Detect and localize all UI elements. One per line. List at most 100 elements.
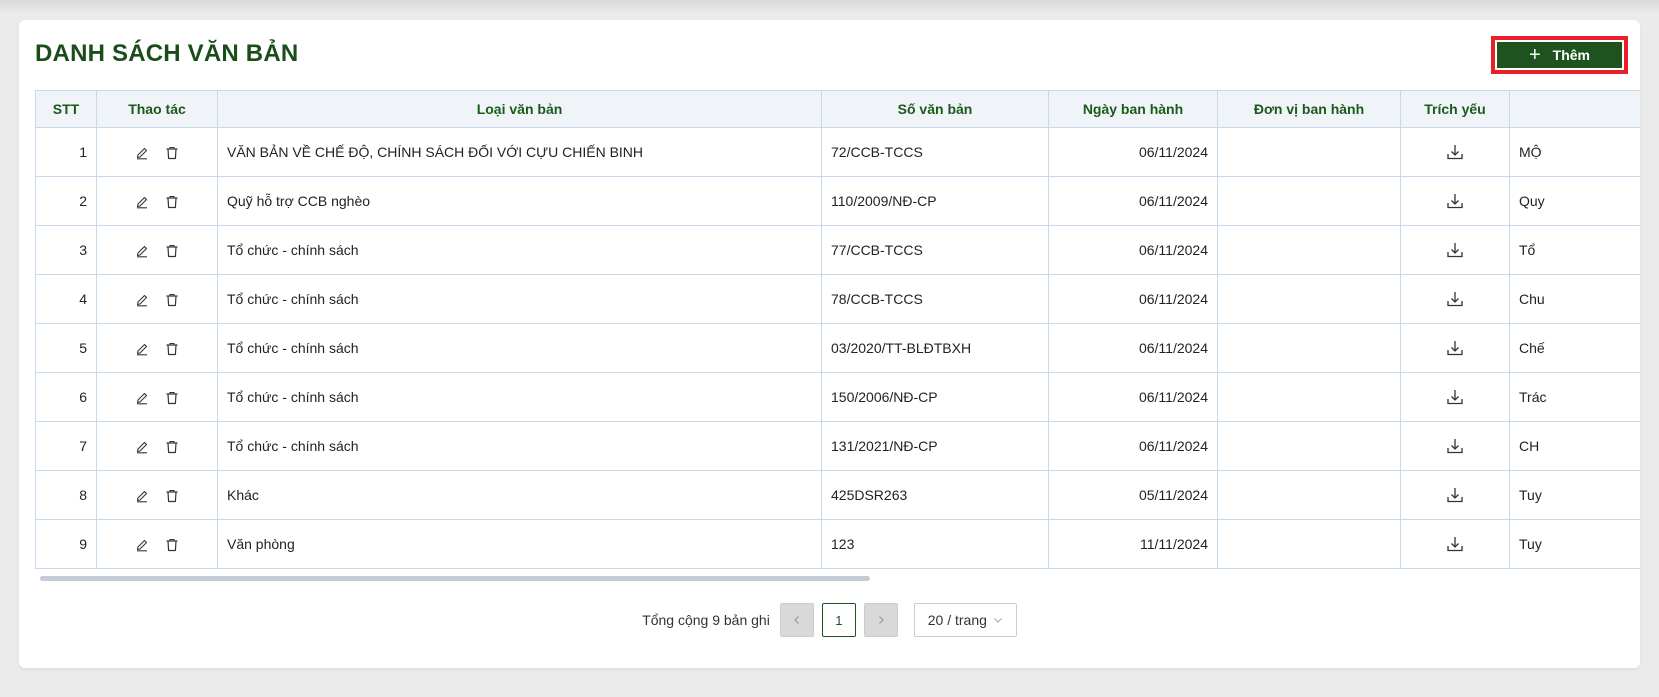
table-row: 5 Tổ chức - chính sách 03/2020/TT-BLĐTBXH 0… — [35, 323, 1640, 373]
edit-icon[interactable] — [135, 146, 149, 160]
cell-actions — [96, 470, 218, 520]
cell-type: Tổ chức - chính sách — [217, 372, 822, 422]
page-size-value: 20 / trang — [927, 612, 987, 628]
cell-actions — [96, 519, 218, 569]
cell-extra: CH — [1509, 421, 1640, 471]
cell-actions — [96, 274, 218, 324]
download-icon[interactable] — [1446, 241, 1464, 259]
table-container[interactable]: STT Thao tác Loại văn bản Số văn bản Ngà… — [35, 90, 1640, 580]
edit-icon[interactable] — [135, 244, 149, 258]
header-actions: Thao tác — [96, 90, 218, 128]
trash-icon[interactable] — [165, 440, 179, 454]
trash-icon[interactable] — [165, 293, 179, 307]
cell-stt: 8 — [35, 470, 97, 520]
horizontal-scrollbar[interactable] — [35, 575, 1640, 583]
cell-extra: Tuy — [1509, 470, 1640, 520]
header-number: Số văn bản — [821, 90, 1049, 128]
cell-extra: Tổ — [1509, 225, 1640, 275]
table-row: 6 Tổ chức - chính sách 150/2006/NĐ-CP 06/11… — [35, 372, 1640, 422]
trash-icon[interactable] — [165, 489, 179, 503]
chevron-left-icon — [793, 616, 799, 624]
document-table: STT Thao tác Loại văn bản Số văn bản Ngà… — [35, 90, 1640, 569]
scrollbar-thumb[interactable] — [40, 576, 870, 581]
edit-icon[interactable] — [135, 342, 149, 356]
header-date: Ngày ban hành — [1048, 90, 1218, 128]
pagination-total: Tổng cộng 9 bản ghi — [642, 612, 770, 628]
edit-icon[interactable] — [135, 195, 149, 209]
document-list-card: DANH SÁCH VĂN BẢN + Thêm STT Thao tác Lo… — [19, 20, 1640, 668]
current-page-button[interactable]: 1 — [821, 603, 856, 637]
table-row: 7 Tổ chức - chính sách 131/2021/NĐ-CP 06/11… — [35, 421, 1640, 471]
trash-icon[interactable] — [165, 342, 179, 356]
cell-unit — [1217, 519, 1401, 569]
edit-icon[interactable] — [135, 489, 149, 503]
chevron-right-icon — [878, 616, 884, 624]
add-button[interactable]: + Thêm — [1497, 42, 1622, 68]
cell-date: 06/11/2024 — [1048, 176, 1218, 226]
cell-type: Tổ chức - chính sách — [217, 323, 822, 373]
cell-type: Tổ chức - chính sách — [217, 421, 822, 471]
table-header-row: STT Thao tác Loại văn bản Số văn bản Ngà… — [35, 90, 1640, 128]
download-icon[interactable] — [1446, 486, 1464, 504]
prev-page-button[interactable] — [779, 603, 814, 637]
cell-stt: 4 — [35, 274, 97, 324]
cell-unit — [1217, 470, 1401, 520]
add-button-highlight: + Thêm — [1491, 36, 1628, 74]
cell-number: 77/CCB-TCCS — [821, 225, 1049, 275]
table-row: 4 Tổ chức - chính sách 78/CCB-TCCS 06/11/20… — [35, 274, 1640, 324]
cell-date: 06/11/2024 — [1048, 127, 1218, 177]
cell-extra: MỘ — [1509, 127, 1640, 177]
cell-extra: Quy — [1509, 176, 1640, 226]
page-size-select[interactable]: 20 / trang — [913, 603, 1017, 637]
cell-type: Khác — [217, 470, 822, 520]
cell-extra: Chu — [1509, 274, 1640, 324]
cell-extra: Trác — [1509, 372, 1640, 422]
cell-date: 05/11/2024 — [1048, 470, 1218, 520]
download-icon[interactable] — [1446, 535, 1464, 553]
cell-date: 06/11/2024 — [1048, 274, 1218, 324]
trash-icon[interactable] — [165, 391, 179, 405]
cell-date: 11/11/2024 — [1048, 519, 1218, 569]
download-icon[interactable] — [1446, 290, 1464, 308]
trash-icon[interactable] — [165, 195, 179, 209]
chevron-down-icon — [994, 618, 1002, 623]
cell-date: 06/11/2024 — [1048, 225, 1218, 275]
cell-stt: 1 — [35, 127, 97, 177]
cell-actions — [96, 323, 218, 373]
cell-unit — [1217, 225, 1401, 275]
download-icon[interactable] — [1446, 192, 1464, 210]
pagination: Tổng cộng 9 bản ghi 1 20 / trang — [19, 603, 1640, 637]
cell-unit — [1217, 176, 1401, 226]
cell-type: VĂN BẢN VỀ CHẾ ĐỘ, CHÍNH SÁCH ĐỐI VỚI CỰ… — [217, 127, 822, 177]
edit-icon[interactable] — [135, 293, 149, 307]
cell-abstract — [1400, 127, 1510, 177]
edit-icon[interactable] — [135, 440, 149, 454]
download-icon[interactable] — [1446, 339, 1464, 357]
download-icon[interactable] — [1446, 143, 1464, 161]
edit-icon[interactable] — [135, 538, 149, 552]
cell-abstract — [1400, 176, 1510, 226]
download-icon[interactable] — [1446, 388, 1464, 406]
add-button-label: Thêm — [1552, 47, 1591, 63]
cell-abstract — [1400, 372, 1510, 422]
cell-unit — [1217, 323, 1401, 373]
cell-abstract — [1400, 225, 1510, 275]
cell-stt: 9 — [35, 519, 97, 569]
next-page-button[interactable] — [863, 603, 898, 637]
download-icon[interactable] — [1446, 437, 1464, 455]
header-type: Loại văn bản — [217, 90, 822, 128]
trash-icon[interactable] — [165, 146, 179, 160]
cell-abstract — [1400, 470, 1510, 520]
trash-icon[interactable] — [165, 244, 179, 258]
cell-unit — [1217, 421, 1401, 471]
trash-icon[interactable] — [165, 538, 179, 552]
edit-icon[interactable] — [135, 391, 149, 405]
cell-number: 110/2009/NĐ-CP — [821, 176, 1049, 226]
plus-icon: + — [1528, 44, 1541, 66]
top-shadow — [0, 0, 1659, 14]
header-abstract: Trích yếu — [1400, 90, 1510, 128]
cell-actions — [96, 372, 218, 422]
cell-extra: Tuy — [1509, 519, 1640, 569]
cell-stt: 7 — [35, 421, 97, 471]
cell-abstract — [1400, 323, 1510, 373]
